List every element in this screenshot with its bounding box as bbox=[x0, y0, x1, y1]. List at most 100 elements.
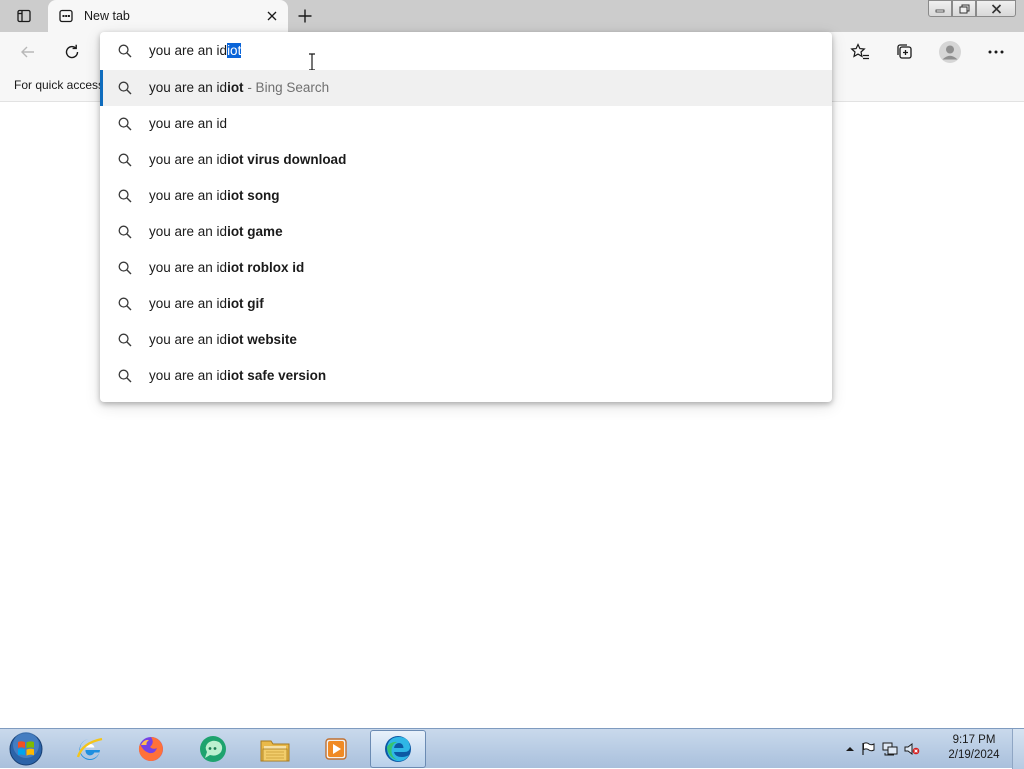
chevron-up-icon bbox=[846, 747, 854, 751]
tab-actions-icon bbox=[17, 9, 31, 23]
start-button[interactable] bbox=[6, 731, 46, 767]
suggestion-item[interactable]: you are an idiot roblox id bbox=[100, 250, 832, 286]
tab-actions-button[interactable] bbox=[8, 4, 40, 28]
suggestion-text: you are an idiot song bbox=[149, 188, 280, 204]
minimize-icon bbox=[935, 9, 945, 12]
close-window-button[interactable] bbox=[976, 0, 1016, 17]
suggestion-completion: iot song bbox=[227, 188, 280, 203]
taskbar-app-media-player[interactable] bbox=[308, 730, 364, 768]
search-icon bbox=[118, 225, 132, 239]
address-bar-text: you are an idiot bbox=[149, 43, 242, 59]
suggestion-completion: iot virus download bbox=[227, 152, 347, 167]
show-desktop-button[interactable] bbox=[1012, 729, 1024, 769]
close-icon bbox=[267, 11, 277, 21]
suggestion-completion: iot bbox=[227, 80, 244, 95]
suggestion-item[interactable]: you are an idiot website bbox=[100, 322, 832, 358]
suggestion-item[interactable]: you are an idiot gif bbox=[100, 286, 832, 322]
network-button[interactable] bbox=[879, 739, 901, 759]
suggestion-item[interactable]: you are an idiot song bbox=[100, 178, 832, 214]
network-icon bbox=[882, 742, 898, 756]
search-icon bbox=[118, 369, 132, 383]
suggestion-text: you are an idiot gif bbox=[149, 296, 264, 312]
new-tab-page-icon bbox=[59, 9, 73, 23]
suggestion-completion: iot gif bbox=[227, 296, 264, 311]
search-icon bbox=[118, 117, 132, 131]
profile-button[interactable] bbox=[936, 38, 964, 66]
back-button[interactable] bbox=[14, 38, 42, 66]
suggestion-item[interactable]: you are an idiot game bbox=[100, 214, 832, 250]
restore-icon bbox=[959, 4, 969, 13]
suggestion-text: you are an idiot website bbox=[149, 332, 297, 348]
suggestion-typed: you are an id bbox=[149, 80, 228, 95]
flag-icon bbox=[862, 742, 875, 755]
plus-icon bbox=[298, 9, 312, 23]
collections-button[interactable] bbox=[890, 38, 918, 66]
suggestion-typed: you are an id bbox=[149, 296, 228, 311]
star-list-icon bbox=[850, 43, 869, 60]
suggestion-completion: iot safe version bbox=[227, 368, 327, 383]
search-icon bbox=[118, 153, 132, 167]
minimize-button[interactable] bbox=[928, 0, 952, 17]
new-tab-button[interactable] bbox=[293, 4, 317, 28]
search-icon bbox=[118, 189, 132, 203]
taskbar-app-edge[interactable] bbox=[370, 730, 426, 768]
action-center-flag-button[interactable] bbox=[857, 739, 879, 759]
tab-new-tab[interactable]: New tab bbox=[48, 0, 288, 32]
search-icon bbox=[118, 261, 132, 275]
suggestion-text: you are an idiot virus download bbox=[149, 152, 346, 168]
refresh-button[interactable] bbox=[58, 38, 86, 66]
suggestion-typed: you are an id bbox=[149, 188, 228, 203]
suggestion-list: you are an idiot - Bing Search you are a… bbox=[100, 70, 832, 394]
suggestion-text: you are an idiot game bbox=[149, 224, 283, 240]
taskbar-clock[interactable]: 9:17 PM 2/19/2024 bbox=[940, 733, 1008, 763]
suggestion-completion: iot game bbox=[227, 224, 283, 239]
taskbar-app-chat[interactable] bbox=[185, 730, 241, 768]
windows-start-icon bbox=[9, 732, 43, 766]
close-window-icon bbox=[991, 3, 1001, 14]
avatar-icon bbox=[939, 41, 961, 63]
suggestion-text: you are an id bbox=[149, 116, 227, 132]
search-icon bbox=[118, 44, 132, 58]
suggestion-completion: iot website bbox=[227, 332, 297, 347]
text-cursor-icon bbox=[309, 53, 315, 71]
suggestion-item[interactable]: you are an idiot - Bing Search bbox=[100, 70, 832, 106]
suggestion-typed: you are an id bbox=[149, 368, 228, 383]
suggestion-typed: you are an id bbox=[149, 260, 228, 275]
settings-more-button[interactable] bbox=[982, 38, 1010, 66]
edge-icon bbox=[385, 736, 411, 762]
search-icon bbox=[118, 333, 132, 347]
taskbar-app-file-explorer[interactable] bbox=[247, 730, 303, 768]
suggestion-text: you are an idiot safe version bbox=[149, 368, 326, 384]
address-bar-input[interactable]: you are an idiot bbox=[100, 32, 832, 71]
suggestion-completion: iot roblox id bbox=[227, 260, 305, 275]
arrow-left-icon bbox=[21, 46, 34, 58]
suggestion-item[interactable]: you are an idiot virus download bbox=[100, 142, 832, 178]
system-tray bbox=[843, 729, 923, 769]
tab-title: New tab bbox=[84, 9, 130, 23]
taskbar-app-firefox[interactable] bbox=[123, 730, 179, 768]
autocomplete-selection: iot bbox=[227, 43, 242, 58]
taskbar-app-internet-explorer[interactable] bbox=[62, 730, 118, 768]
collections-icon bbox=[897, 44, 912, 59]
address-bar-dropdown: you are an idiot you are an idiot - Bing… bbox=[100, 32, 832, 402]
more-horizontal-icon bbox=[988, 50, 1004, 54]
restore-button[interactable] bbox=[952, 0, 976, 17]
clock-date: 2/19/2024 bbox=[948, 749, 1000, 761]
show-hidden-icons-button[interactable] bbox=[843, 739, 857, 759]
file-explorer-icon bbox=[260, 740, 290, 762]
suggestion-text: you are an idiot roblox id bbox=[149, 260, 304, 276]
suggestion-typed: you are an id bbox=[149, 224, 228, 239]
typed-text: you are an id bbox=[149, 43, 228, 58]
chat-app-icon bbox=[200, 736, 226, 762]
tab-strip: New tab bbox=[0, 0, 1024, 32]
close-tab-button[interactable] bbox=[264, 8, 280, 24]
suggestion-item[interactable]: you are an idiot safe version bbox=[100, 358, 832, 394]
suggestion-text: you are an idiot - Bing Search bbox=[149, 80, 329, 96]
volume-muted-icon bbox=[904, 743, 920, 755]
search-icon bbox=[118, 81, 132, 95]
volume-button[interactable] bbox=[901, 739, 923, 759]
favorites-button[interactable] bbox=[846, 38, 874, 66]
firefox-icon bbox=[138, 737, 163, 761]
suggestion-item[interactable]: you are an id bbox=[100, 106, 832, 142]
taskbar: 9:17 PM 2/19/2024 bbox=[0, 728, 1024, 769]
